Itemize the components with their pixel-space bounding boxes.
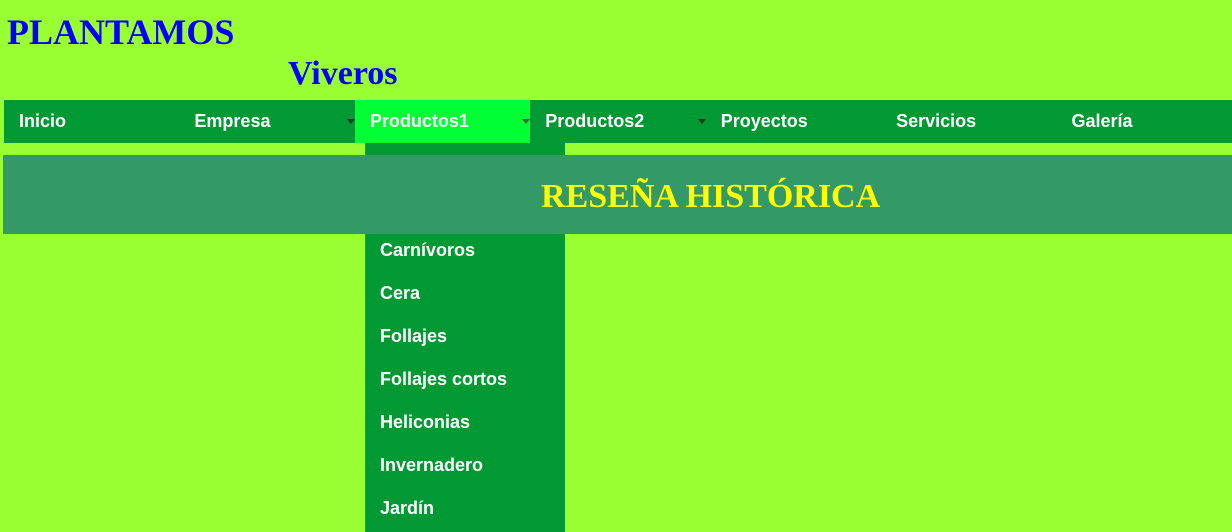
dropdown-item-invernadero[interactable]: Invernadero [366,444,565,487]
nav-item-productos2[interactable]: Productos2 [530,100,706,143]
caret-down-icon [522,119,531,124]
nav-item-productos1[interactable]: Productos1 [354,100,531,143]
dropdown-item-jardin[interactable]: Jardín [366,487,565,530]
nav-item-label: Productos2 [545,111,645,131]
dropdown-item-carnivoros[interactable]: Carnívoros [366,229,565,272]
nav-item-label: Productos1 [369,111,469,131]
dropdown-item-follajes[interactable]: Follajes [366,315,565,358]
site-title: PLANTAMOS [7,12,235,52]
main-navbar: Inicio Empresa Productos1 Productos2 Pro… [4,100,1232,143]
dropdown-list: Carnívoros Cera Follajes Follajes cortos… [366,229,565,530]
caret-down-icon [697,119,706,124]
nav-item-galeria[interactable]: Galería [1057,100,1232,143]
nav-item-proyectos[interactable]: Proyectos [706,100,881,143]
dropdown-item-follajes-cortos[interactable]: Follajes cortos [366,358,565,401]
nav-item-label: Galería [1071,111,1133,131]
nav-item-label: Proyectos [720,111,808,131]
caret-down-icon [346,119,355,124]
dropdown-item-cera[interactable]: Cera [366,272,565,315]
history-banner: RESEÑA HISTÓRICA [3,155,1232,234]
nav-item-label: Inicio [19,111,67,131]
banner-title: RESEÑA HISTÓRICA [541,178,881,215]
nav-item-servicios[interactable]: Servicios [881,100,1056,143]
site-subtitle: Viveros [288,55,398,92]
nav-item-label: Empresa [194,111,271,131]
nav-item-inicio[interactable]: Inicio [4,100,179,143]
nav-item-empresa[interactable]: Empresa [179,100,355,143]
nav-item-label: Servicios [896,111,977,131]
dropdown-item-heliconias[interactable]: Heliconias [366,401,565,444]
